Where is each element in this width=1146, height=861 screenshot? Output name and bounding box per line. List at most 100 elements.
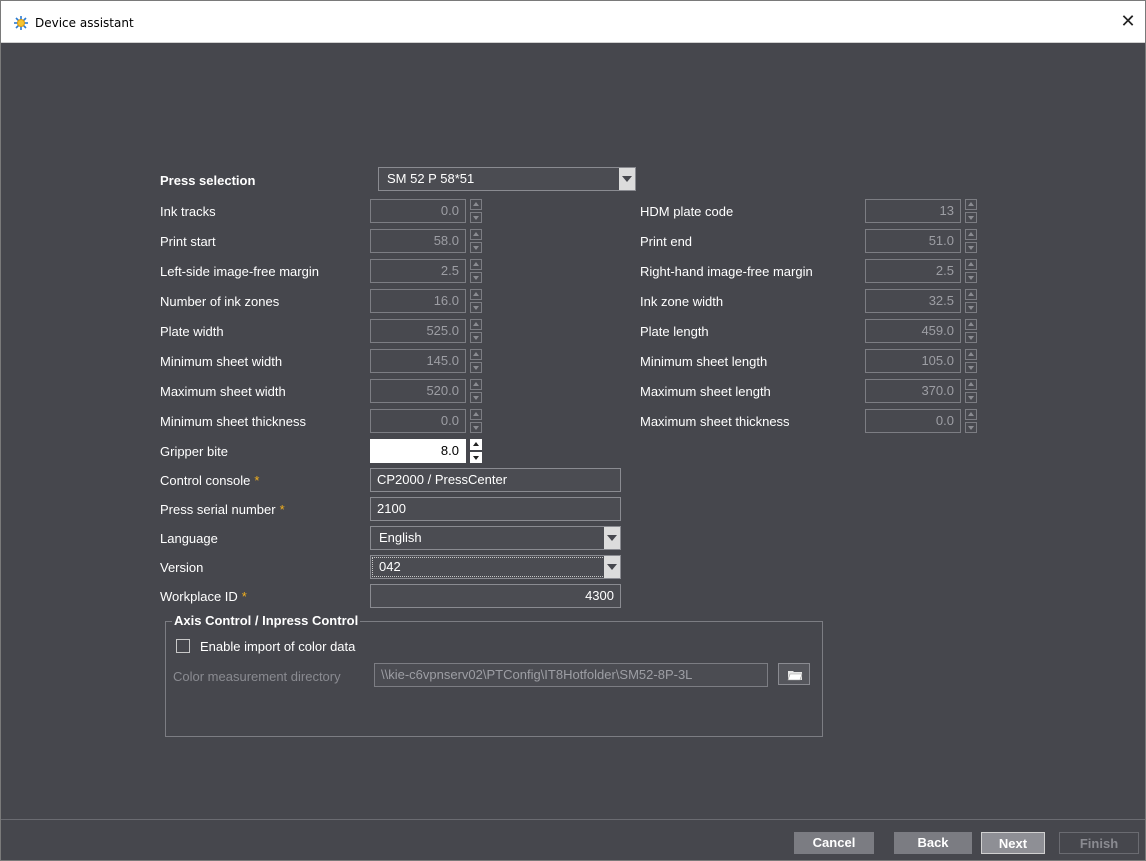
version-dropdown[interactable]: 042 (370, 555, 621, 579)
spin-down-icon[interactable] (470, 392, 482, 403)
spin-up-icon[interactable] (470, 229, 482, 240)
chevron-down-icon[interactable] (604, 556, 620, 578)
spin-up-icon[interactable] (965, 229, 977, 240)
ink-zones-field[interactable]: 16.0 (370, 289, 466, 313)
wizard-content: Press selection SM 52 P 58*51 Ink tracks… (1, 43, 1145, 819)
print-start-spinner[interactable] (470, 229, 482, 253)
plate-length-field[interactable]: 459.0 (865, 319, 961, 343)
window-title: Device assistant (35, 16, 134, 30)
spin-down-icon[interactable] (965, 362, 977, 373)
spin-down-icon[interactable] (965, 242, 977, 253)
min-sheet-width-field[interactable]: 145.0 (370, 349, 466, 373)
print-start-field[interactable]: 58.0 (370, 229, 466, 253)
ink-zones-spinner[interactable] (470, 289, 482, 313)
spin-up-icon[interactable] (965, 409, 977, 420)
browse-button[interactable] (778, 663, 810, 685)
spin-down-icon[interactable] (965, 392, 977, 403)
spin-up-icon[interactable] (470, 439, 482, 450)
max-sheet-length-spinner[interactable] (965, 379, 977, 403)
min-sheet-width-spinner[interactable] (470, 349, 482, 373)
spin-down-icon[interactable] (965, 272, 977, 283)
max-sheet-thickness-spinner[interactable] (965, 409, 977, 433)
press-selection-dropdown[interactable]: SM 52 P 58*51 (378, 167, 636, 191)
color-dir-field[interactable]: \\kie-c6vpnserv02\PTConfig\IT8Hotfolder\… (374, 663, 768, 687)
press-serial-field[interactable]: 2100 (370, 497, 621, 521)
left-margin-label: Left-side image-free margin (160, 264, 319, 279)
print-start-label: Print start (160, 234, 216, 249)
gripper-bite-field[interactable]: 8.0 (370, 439, 466, 463)
spin-up-icon[interactable] (965, 319, 977, 330)
print-end-spinner[interactable] (965, 229, 977, 253)
finish-button: Finish (1059, 832, 1139, 854)
min-sheet-length-spinner[interactable] (965, 349, 977, 373)
spin-down-icon[interactable] (965, 332, 977, 343)
spin-down-icon[interactable] (470, 302, 482, 313)
cancel-button[interactable]: Cancel (794, 832, 874, 854)
version-label: Version (160, 560, 204, 575)
left-margin-spinner[interactable] (470, 259, 482, 283)
press-serial-label: Press serial number * (160, 502, 285, 517)
plate-length-spinner[interactable] (965, 319, 977, 343)
spin-up-icon[interactable] (470, 349, 482, 360)
hdm-plate-code-spinner[interactable] (965, 199, 977, 223)
ink-zone-width-field[interactable]: 32.5 (865, 289, 961, 313)
right-margin-spinner[interactable] (965, 259, 977, 283)
ink-zones-label: Number of ink zones (160, 294, 280, 309)
language-dropdown[interactable]: English (370, 526, 621, 550)
spin-up-icon[interactable] (470, 409, 482, 420)
plate-width-field[interactable]: 525.0 (370, 319, 466, 343)
version-value: 042 (379, 559, 401, 574)
spin-up-icon[interactable] (470, 289, 482, 300)
spin-up-icon[interactable] (965, 349, 977, 360)
chevron-down-icon[interactable] (604, 527, 620, 549)
spin-up-icon[interactable] (470, 199, 482, 210)
spin-down-icon[interactable] (965, 212, 977, 223)
next-button[interactable]: Next (981, 832, 1045, 854)
spin-up-icon[interactable] (965, 379, 977, 390)
enable-import-checkbox[interactable] (176, 639, 190, 653)
left-margin-field[interactable]: 2.5 (370, 259, 466, 283)
ink-tracks-field[interactable]: 0.0 (370, 199, 466, 223)
right-margin-label: Right-hand image-free margin (640, 264, 813, 279)
spin-down-icon[interactable] (470, 332, 482, 343)
axis-control-title: Axis Control / Inpress Control (172, 613, 361, 628)
spin-up-icon[interactable] (965, 199, 977, 210)
hdm-plate-code-field[interactable]: 13 (865, 199, 961, 223)
max-sheet-length-field[interactable]: 370.0 (865, 379, 961, 403)
spin-up-icon[interactable] (470, 259, 482, 270)
min-sheet-width-label: Minimum sheet width (160, 354, 283, 369)
min-sheet-thickness-field[interactable]: 0.0 (370, 409, 466, 433)
chevron-down-icon[interactable] (619, 168, 635, 190)
print-end-field[interactable]: 51.0 (865, 229, 961, 253)
spin-down-icon[interactable] (965, 302, 977, 313)
workplace-id-label: Workplace ID * (160, 589, 247, 604)
control-console-field[interactable]: CP2000 / PressCenter (370, 468, 621, 492)
spin-down-icon[interactable] (470, 452, 482, 463)
ink-zone-width-spinner[interactable] (965, 289, 977, 313)
plate-width-spinner[interactable] (470, 319, 482, 343)
spin-down-icon[interactable] (965, 422, 977, 433)
max-sheet-width-spinner[interactable] (470, 379, 482, 403)
wizard-footer: Cancel Back Next Finish (1, 819, 1145, 860)
min-sheet-thickness-spinner[interactable] (470, 409, 482, 433)
spin-up-icon[interactable] (470, 379, 482, 390)
gripper-bite-spinner[interactable] (470, 439, 482, 463)
right-margin-field[interactable]: 2.5 (865, 259, 961, 283)
spin-up-icon[interactable] (965, 289, 977, 300)
enable-import-label[interactable]: Enable import of color data (200, 639, 355, 654)
spin-up-icon[interactable] (965, 259, 977, 270)
spin-down-icon[interactable] (470, 242, 482, 253)
min-sheet-length-field[interactable]: 105.0 (865, 349, 961, 373)
ink-tracks-spinner[interactable] (470, 199, 482, 223)
max-sheet-thickness-field[interactable]: 0.0 (865, 409, 961, 433)
spin-down-icon[interactable] (470, 272, 482, 283)
spin-up-icon[interactable] (470, 319, 482, 330)
back-button[interactable]: Back (894, 832, 972, 854)
spin-down-icon[interactable] (470, 422, 482, 433)
spin-down-icon[interactable] (470, 212, 482, 223)
close-icon[interactable]: ✕ (1117, 11, 1139, 33)
workplace-id-field[interactable]: 4300 (370, 584, 621, 608)
max-sheet-width-field[interactable]: 520.0 (370, 379, 466, 403)
spin-down-icon[interactable] (470, 362, 482, 373)
title-bar: Device assistant ✕ (1, 1, 1145, 43)
